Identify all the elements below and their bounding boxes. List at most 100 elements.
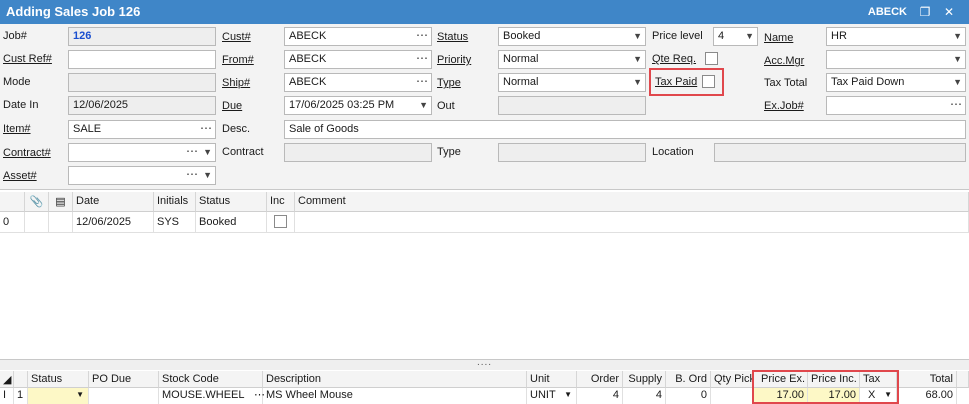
row-initials[interactable]: SYS: [154, 212, 196, 233]
grid-splitter[interactable]: ....: [0, 358, 969, 370]
note-icon[interactable]: ▤: [49, 192, 73, 212]
chevron-down-icon[interactable]: ▼: [633, 77, 642, 87]
chevron-down-icon[interactable]: ▼: [953, 77, 962, 87]
col-header-po-due[interactable]: PO Due: [89, 371, 159, 388]
chevron-down-icon[interactable]: ▼: [203, 147, 212, 157]
chevron-down-icon[interactable]: ▼: [953, 54, 962, 64]
col-header-b-ord[interactable]: B. Ord: [666, 371, 711, 388]
description-field[interactable]: Sale of Goods: [284, 120, 966, 139]
lookup-icon[interactable]: ⋯: [186, 167, 198, 181]
row-unit[interactable]: UNIT ▼: [527, 388, 577, 404]
col-header-status[interactable]: Status: [28, 371, 89, 388]
type2-field: [498, 143, 646, 162]
col-header-qty-pick[interactable]: Qty Pick: [711, 371, 754, 388]
cust-ref-label: Cust Ref#: [3, 53, 52, 65]
row-status[interactable]: Booked: [196, 212, 267, 233]
lookup-icon[interactable]: ⋯: [950, 97, 962, 111]
location-label: Location: [652, 146, 694, 158]
job-label: Job#: [3, 30, 27, 42]
row-comment[interactable]: [295, 212, 969, 233]
row-supply[interactable]: 4: [623, 388, 666, 404]
row-b-ord[interactable]: 0: [666, 388, 711, 404]
col-header-total[interactable]: Total: [897, 371, 957, 388]
title-bar: Adding Sales Job 126 ABECK ❐ ✕: [0, 0, 969, 24]
tax-paid-label: Tax Paid: [655, 76, 698, 88]
price-level-select[interactable]: 4 ▼: [713, 27, 758, 46]
lookup-icon[interactable]: ⋯: [186, 144, 198, 158]
asset-field[interactable]: ⋯ ▼: [68, 166, 216, 185]
item-label: Item#: [3, 123, 31, 135]
out-field: [498, 96, 646, 115]
col-header-unit[interactable]: Unit: [527, 371, 577, 388]
row-attachment-cell: [25, 212, 49, 233]
grid-header-indicator: [14, 371, 28, 388]
chevron-down-icon[interactable]: ▼: [745, 31, 754, 41]
restore-icon[interactable]: ❐: [917, 4, 933, 20]
contract2-label: Contract: [222, 146, 264, 158]
row-qty-pick[interactable]: [711, 388, 754, 404]
from-field[interactable]: ABECK ⋯: [284, 50, 432, 69]
contract2-field: [284, 143, 432, 162]
from-label: From#: [222, 54, 254, 66]
chevron-down-icon[interactable]: ▼: [203, 170, 212, 180]
date-in-label: Date In: [3, 99, 39, 111]
grid-expand-icon[interactable]: ◢: [0, 371, 14, 388]
status-select[interactable]: Booked ▼: [498, 27, 646, 46]
type2-label: Type: [437, 146, 461, 158]
type-select[interactable]: Normal ▼: [498, 73, 646, 92]
chevron-down-icon[interactable]: ▼: [953, 31, 962, 41]
col-header-initials[interactable]: Initials: [154, 192, 196, 212]
history-grid: 📎 ▤ Date Initials Status Inc Comment 0 1…: [0, 190, 969, 360]
cust-field[interactable]: ABECK ⋯: [284, 27, 432, 46]
priority-select[interactable]: Normal ▼: [498, 50, 646, 69]
item-field[interactable]: SALE ⋯: [68, 120, 216, 139]
lookup-icon[interactable]: ⋯: [416, 74, 428, 88]
mode-field: [68, 73, 216, 92]
col-header-order[interactable]: Order: [577, 371, 623, 388]
row-description[interactable]: MS Wheel Mouse: [263, 388, 527, 404]
col-header-inc[interactable]: Inc: [267, 192, 295, 212]
chevron-down-icon[interactable]: ▼: [633, 54, 642, 64]
chevron-down-icon[interactable]: ▼: [564, 390, 572, 399]
col-header-status[interactable]: Status: [196, 192, 267, 212]
name-select[interactable]: HR ▼: [826, 27, 966, 46]
row-index: 0: [0, 212, 25, 233]
due-field[interactable]: 17/06/2025 03:25 PM ▼: [284, 96, 432, 115]
acc-mgr-select[interactable]: ▼: [826, 50, 966, 69]
row-order[interactable]: 4: [577, 388, 623, 404]
lookup-icon[interactable]: ⋯: [416, 51, 428, 65]
ship-field[interactable]: ABECK ⋯: [284, 73, 432, 92]
ship-label: Ship#: [222, 77, 251, 89]
row-date[interactable]: 12/06/2025: [73, 212, 154, 233]
row-po-due[interactable]: [89, 388, 159, 404]
lookup-icon[interactable]: ⋯: [416, 28, 428, 42]
location-field: [714, 143, 966, 162]
close-icon[interactable]: ✕: [941, 4, 957, 20]
chevron-down-icon[interactable]: ▼: [419, 100, 428, 110]
ex-job-field[interactable]: ⋯: [826, 96, 966, 115]
mode-label: Mode: [3, 76, 31, 88]
chevron-down-icon[interactable]: ▼: [633, 31, 642, 41]
cust-ref-field[interactable]: [68, 50, 216, 69]
col-header-stock-code[interactable]: Stock Code: [159, 371, 263, 388]
price-level-label: Price level: [652, 30, 703, 42]
col-header-supply[interactable]: Supply: [623, 371, 666, 388]
row-inc-checkbox[interactable]: [274, 215, 287, 228]
lookup-icon[interactable]: ⋯: [200, 121, 212, 135]
qte-req-checkbox[interactable]: [705, 52, 718, 65]
attachment-icon[interactable]: 📎: [25, 192, 49, 212]
contract-field[interactable]: ⋯ ▼: [68, 143, 216, 162]
chevron-down-icon[interactable]: ▼: [76, 390, 84, 399]
row-status[interactable]: ▼: [28, 388, 89, 404]
col-header-description[interactable]: Description: [263, 371, 527, 388]
desc-label: Desc.: [222, 123, 251, 135]
highlight-price-columns: [752, 370, 899, 404]
stock-lines-grid: ◢ Status PO Due Stock Code Description U…: [0, 370, 969, 404]
qte-req-label: Qte Req.: [652, 53, 697, 65]
col-header-date[interactable]: Date: [73, 192, 154, 212]
col-header-comment[interactable]: Comment: [295, 192, 969, 212]
tax-paid-checkbox[interactable]: [702, 75, 715, 88]
row-stock-code[interactable]: MOUSE.WHEEL: [159, 388, 263, 404]
window-title: Adding Sales Job 126: [6, 4, 141, 19]
tax-total-select[interactable]: Tax Paid Down ▼: [826, 73, 966, 92]
